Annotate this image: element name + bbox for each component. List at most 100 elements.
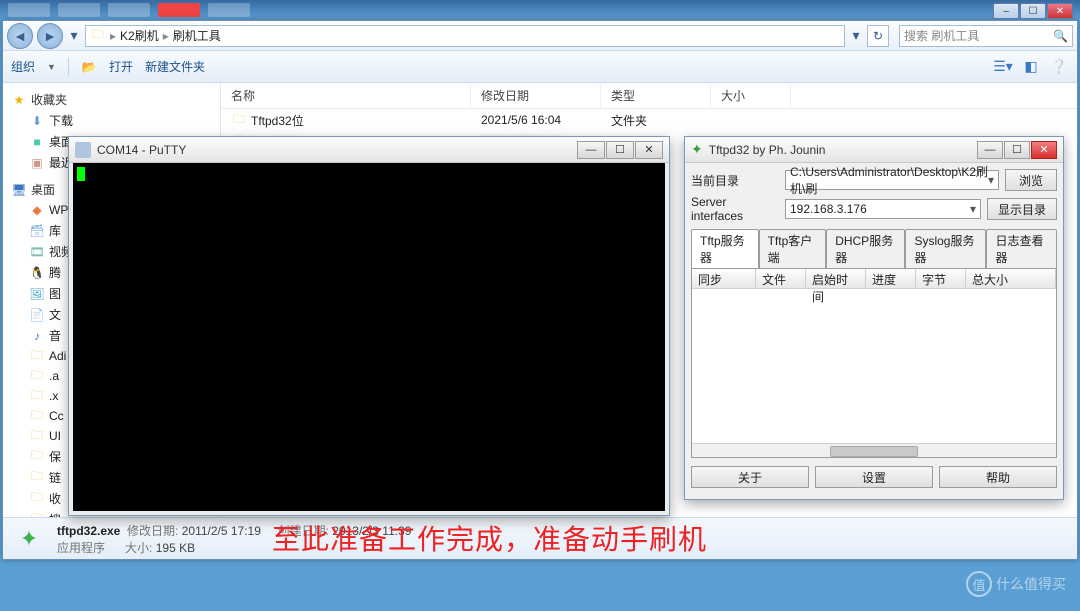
sidebar-libs[interactable]: 库 [49, 222, 61, 239]
tftpd-title: Tftpd32 by Ph. Jounin [709, 143, 826, 157]
open-icon: 📂 [81, 59, 97, 75]
refresh-button[interactable]: ↻ [867, 25, 889, 47]
breadcrumb-seg[interactable]: K2刷机 [120, 27, 159, 44]
sidebar-favorites[interactable]: 收藏夹 [31, 91, 67, 108]
cur-dir-combo[interactable]: C:\Users\Administrator\Desktop\K2刷机\刷 [785, 170, 999, 190]
tab-dhcp[interactable]: DHCP服务器 [826, 229, 905, 268]
preview-pane-button[interactable]: ◧ [1021, 57, 1041, 77]
forward-button[interactable]: ► [37, 23, 63, 49]
minimize-button[interactable]: — [577, 141, 605, 159]
tftpd-icon: ✦ [691, 141, 703, 158]
task-item[interactable] [58, 3, 100, 17]
new-folder-button[interactable]: 新建文件夹 [145, 58, 205, 75]
search-placeholder: 搜索 刷机工具 [904, 27, 979, 44]
sidebar-tencent[interactable]: 腾 [49, 264, 61, 281]
sidebar-docs[interactable]: 文 [49, 306, 61, 323]
sidebar-downloads[interactable]: 下载 [49, 112, 73, 129]
maximize-button[interactable]: ☐ [606, 141, 634, 159]
browse-button[interactable]: 浏览 [1005, 169, 1057, 191]
settings-button[interactable]: 设置 [815, 466, 933, 488]
help-button[interactable]: 帮助 [939, 466, 1057, 488]
tab-log[interactable]: 日志查看器 [986, 229, 1057, 268]
cur-dir-label: 当前目录 [691, 172, 779, 189]
breadcrumb[interactable]: 🗀 ▸ K2刷机 ▸ 刷机工具 [85, 25, 845, 47]
sidebar-item[interactable]: Adi [49, 349, 66, 363]
maximize-button[interactable]: ☐ [1004, 141, 1030, 159]
column-headers[interactable]: 名称 修改日期 类型 大小 [221, 83, 1077, 109]
putty-titlebar[interactable]: COM14 - PuTTY — ☐ ✕ [69, 137, 669, 163]
folder-icon: 🗀 [29, 470, 45, 486]
help-button[interactable]: ❔ [1049, 57, 1069, 77]
col-date[interactable]: 修改日期 [471, 83, 601, 108]
search-input[interactable]: 搜索 刷机工具 🔍 [899, 25, 1073, 47]
show-dir-button[interactable]: 显示目录 [987, 198, 1057, 220]
close-button[interactable]: ✕ [1047, 3, 1073, 19]
view-options-button[interactable]: ☰▾ [993, 57, 1013, 77]
recent-icon: ▣ [29, 155, 45, 171]
horizontal-scrollbar[interactable] [692, 443, 1056, 458]
tab-tftp-client[interactable]: Tftp客户端 [759, 229, 827, 268]
history-dropdown[interactable]: ▾ [67, 23, 81, 49]
tftpd32-window: ✦ Tftpd32 by Ph. Jounin — ☐ ✕ 当前目录 C:\Us… [684, 136, 1064, 500]
minimize-button[interactable]: — [977, 141, 1003, 159]
folder-icon: 🗀 [29, 388, 45, 404]
back-button[interactable]: ◄ [7, 23, 33, 49]
col-peer[interactable]: 同步 [692, 269, 756, 288]
close-button[interactable]: ✕ [635, 141, 663, 159]
documents-icon: 📄 [29, 307, 45, 323]
maximize-button[interactable]: ☐ [1020, 3, 1046, 19]
pictures-icon: 🖼 [29, 286, 45, 302]
sidebar-item[interactable]: .a [49, 369, 59, 383]
breadcrumb-dropdown[interactable]: ▾ [849, 23, 863, 49]
sidebar-music[interactable]: 音 [49, 327, 61, 344]
organize-menu[interactable]: 组织 [11, 58, 35, 75]
sidebar-item[interactable]: 保 [49, 448, 61, 465]
address-bar: ◄ ► ▾ 🗀 ▸ K2刷机 ▸ 刷机工具 ▾ ↻ 搜索 刷机工具 🔍 [3, 21, 1077, 51]
folder-icon: 🗀 [29, 428, 45, 444]
sidebar-wp[interactable]: WP [49, 203, 68, 217]
favorites-icon: ★ [11, 92, 27, 108]
task-item[interactable] [158, 3, 200, 17]
task-item[interactable] [208, 3, 250, 17]
sidebar-item[interactable]: 搜 [49, 511, 61, 517]
col-start[interactable]: 启始时间 [806, 269, 866, 288]
about-button[interactable]: 关于 [691, 466, 809, 488]
win7-top-chrome [0, 0, 1080, 20]
col-size[interactable]: 大小 [711, 83, 791, 108]
col-type[interactable]: 类型 [601, 83, 711, 108]
file-row[interactable]: 🗀Tftpd32位 2021/5/6 16:04 文件夹 [221, 109, 1077, 131]
server-if-combo[interactable]: 192.168.3.176 [785, 199, 981, 219]
terminal[interactable] [73, 163, 665, 511]
tab-tftp-server[interactable]: Tftp服务器 [691, 229, 759, 268]
col-progress[interactable]: 进度 [866, 269, 916, 288]
col-bytes[interactable]: 字节 [916, 269, 966, 288]
status-filename: tftpd32.exe [57, 524, 120, 538]
list-header[interactable]: 同步 文件 启始时间 进度 字节 总大小 [692, 269, 1056, 289]
wps-icon: ◆ [29, 202, 45, 218]
folder-icon: 🗀 [29, 449, 45, 465]
task-item[interactable] [8, 3, 50, 17]
sidebar-item[interactable]: .x [49, 389, 58, 403]
sidebar-item[interactable]: 链 [49, 469, 61, 486]
sidebar-pictures[interactable]: 图 [49, 285, 61, 302]
tftpd-titlebar[interactable]: ✦ Tftpd32 by Ph. Jounin — ☐ ✕ [685, 137, 1063, 163]
sidebar-item[interactable]: Cc [49, 409, 64, 423]
server-if-label: Server interfaces [691, 195, 779, 223]
breadcrumb-seg[interactable]: 刷机工具 [173, 27, 221, 44]
folder-icon: 🗀 [29, 348, 45, 364]
folder-icon: 🗀 [231, 112, 247, 128]
col-file[interactable]: 文件 [756, 269, 806, 288]
col-name[interactable]: 名称 [221, 83, 471, 108]
folder-icon: 🗀 [29, 408, 45, 424]
sidebar-item[interactable]: UI [49, 429, 61, 443]
task-item[interactable] [108, 3, 150, 17]
tab-syslog[interactable]: Syslog服务器 [905, 229, 986, 268]
sidebar-desktop[interactable]: 桌面 [31, 181, 55, 198]
sidebar-item[interactable]: 收 [49, 490, 61, 507]
folder-icon: 🗀 [29, 512, 45, 518]
close-button[interactable]: ✕ [1031, 141, 1057, 159]
minimize-button[interactable]: – [993, 3, 1019, 19]
folder-icon: 🗀 [29, 368, 45, 384]
open-button[interactable]: 打开 [109, 58, 133, 75]
col-total[interactable]: 总大小 [966, 269, 1056, 288]
